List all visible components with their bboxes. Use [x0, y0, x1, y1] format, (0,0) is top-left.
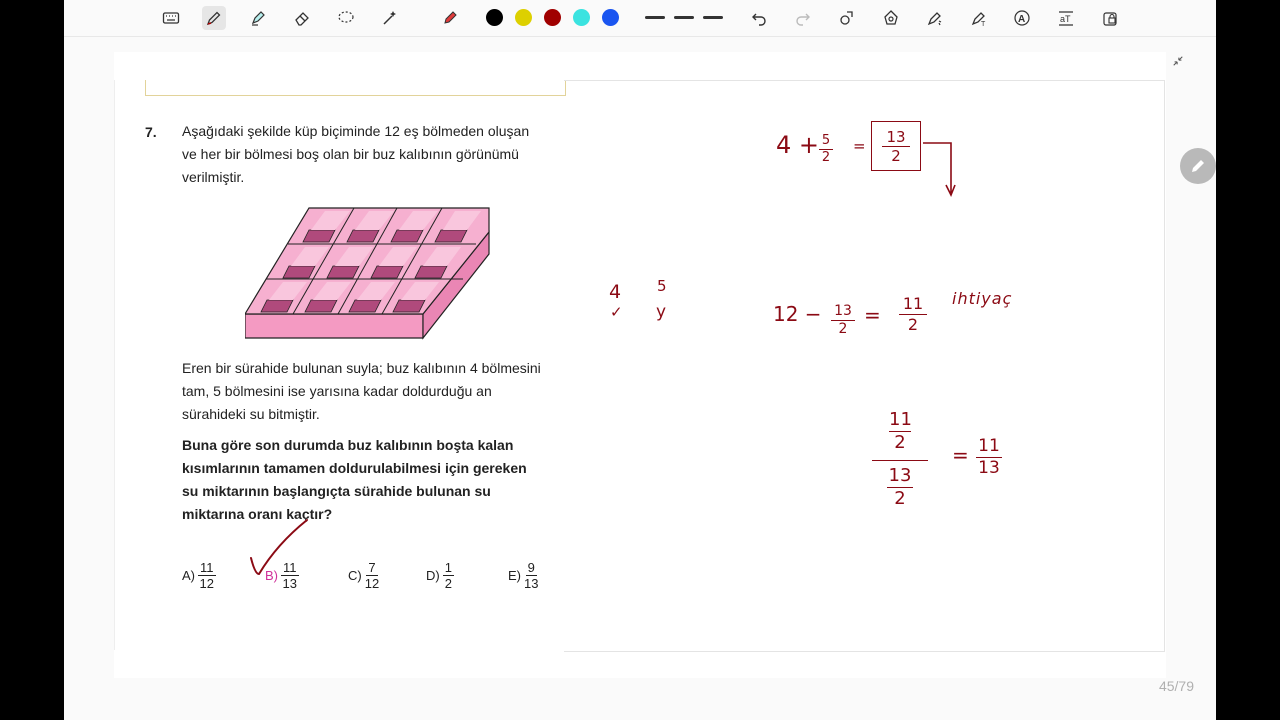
hw-eq1-equals: =	[853, 137, 866, 155]
collapse-icon[interactable]	[1170, 53, 1186, 69]
notebook-page[interactable]: 7. Aşağıdaki şekilde küp biçiminde 12 eş…	[114, 52, 1166, 678]
hw-eq1-left: 4 +	[776, 131, 820, 159]
hw-eq2-note: ihtiyaç	[952, 289, 1013, 308]
handwriting-panel[interactable]: 4 + 5 2 = 13 2 4 5 ✓ y 12 − 13 2 = 11 2 …	[564, 80, 1165, 652]
hw-side-a1: 4	[609, 281, 622, 303]
hw-eq3-equals: =	[952, 443, 969, 467]
note-app: T A aT 7. Aşağıdaki şekilde küp biçimind…	[64, 0, 1216, 720]
svg-text:T: T	[981, 21, 986, 27]
question-prompt: Buna göre son durumda buz kalıbının boşt…	[182, 437, 527, 522]
question-intro: Aşağıdaki şekilde küp biçiminde 12 eş bö…	[182, 123, 530, 185]
color-red-swatch[interactable]	[544, 9, 561, 26]
line-width-thick[interactable]	[703, 16, 723, 19]
text-recognition-icon[interactable]: aT	[1054, 6, 1078, 30]
svg-text:aT: aT	[1060, 14, 1071, 24]
svg-text:A: A	[1018, 14, 1025, 25]
option-e-fraction: 9 13	[524, 560, 539, 591]
question-body: Eren bir sürahide bulunan suyla; buz kal…	[182, 360, 541, 422]
color-yellow-swatch[interactable]	[515, 9, 532, 26]
hw-boxed-result: 13 2	[871, 121, 921, 171]
hw-eq2-frac: 13 2	[831, 303, 855, 338]
option-a[interactable]: A) 11 12	[182, 560, 216, 591]
option-c[interactable]: C) 7 12	[348, 560, 379, 591]
hw-side-b2: y	[656, 302, 667, 322]
hw-eq3-result: 11 13	[976, 436, 1002, 479]
option-a-fraction: 11 12	[198, 560, 216, 591]
toolbar: T A aT	[64, 0, 1216, 37]
lasso-icon[interactable]	[334, 6, 358, 30]
option-e[interactable]: E) 9 13	[508, 560, 538, 591]
question-panel: 7. Aşağıdaki şekilde küp biçiminde 12 eş…	[114, 80, 565, 650]
answer-checkmark-stroke	[250, 519, 308, 576]
text-tool-icon[interactable]: T	[967, 6, 991, 30]
marker-icon[interactable]	[438, 6, 462, 30]
option-c-fraction: 7 12	[364, 560, 380, 591]
color-black-swatch[interactable]	[486, 9, 503, 26]
line-width-medium[interactable]	[674, 16, 694, 19]
highlighter-icon[interactable]	[246, 6, 270, 30]
line-width-thin[interactable]	[645, 16, 665, 19]
color-cyan-swatch[interactable]	[573, 9, 590, 26]
hw-side-a2: 5	[657, 277, 667, 295]
edit-pencil-icon[interactable]	[1180, 148, 1216, 184]
hw-side-b1: ✓	[610, 303, 623, 321]
magic-wand-icon[interactable]	[378, 6, 402, 30]
hw-eq2-left: 12 −	[773, 302, 822, 326]
hw-eq2-equals: =	[864, 303, 881, 327]
stamp-icon[interactable]	[879, 6, 903, 30]
eraser-icon[interactable]	[290, 6, 314, 30]
shapes-icon[interactable]	[835, 6, 859, 30]
auto-text-icon[interactable]: A	[1010, 6, 1034, 30]
question-number: 7.	[145, 124, 157, 140]
hw-down-arrow	[923, 142, 956, 197]
page-counter: 45/79	[1158, 678, 1194, 694]
hw-eq1-frac: 5 2	[819, 133, 833, 166]
lock-icon[interactable]	[1098, 6, 1122, 30]
hw-complex-fraction: 11 2 13 2	[872, 409, 928, 510]
ice-tray-illustration	[245, 207, 490, 340]
hw-eq2-result: 11 2	[899, 294, 927, 335]
option-d[interactable]: D) 12	[426, 560, 454, 591]
color-blue-swatch[interactable]	[602, 9, 619, 26]
option-d-fraction: 12	[442, 560, 454, 591]
redo-icon[interactable]	[791, 6, 815, 30]
pen-icon[interactable]	[202, 6, 226, 30]
laser-icon[interactable]	[923, 6, 947, 30]
undo-icon[interactable]	[747, 6, 771, 30]
keyboard-icon[interactable]	[159, 6, 183, 30]
